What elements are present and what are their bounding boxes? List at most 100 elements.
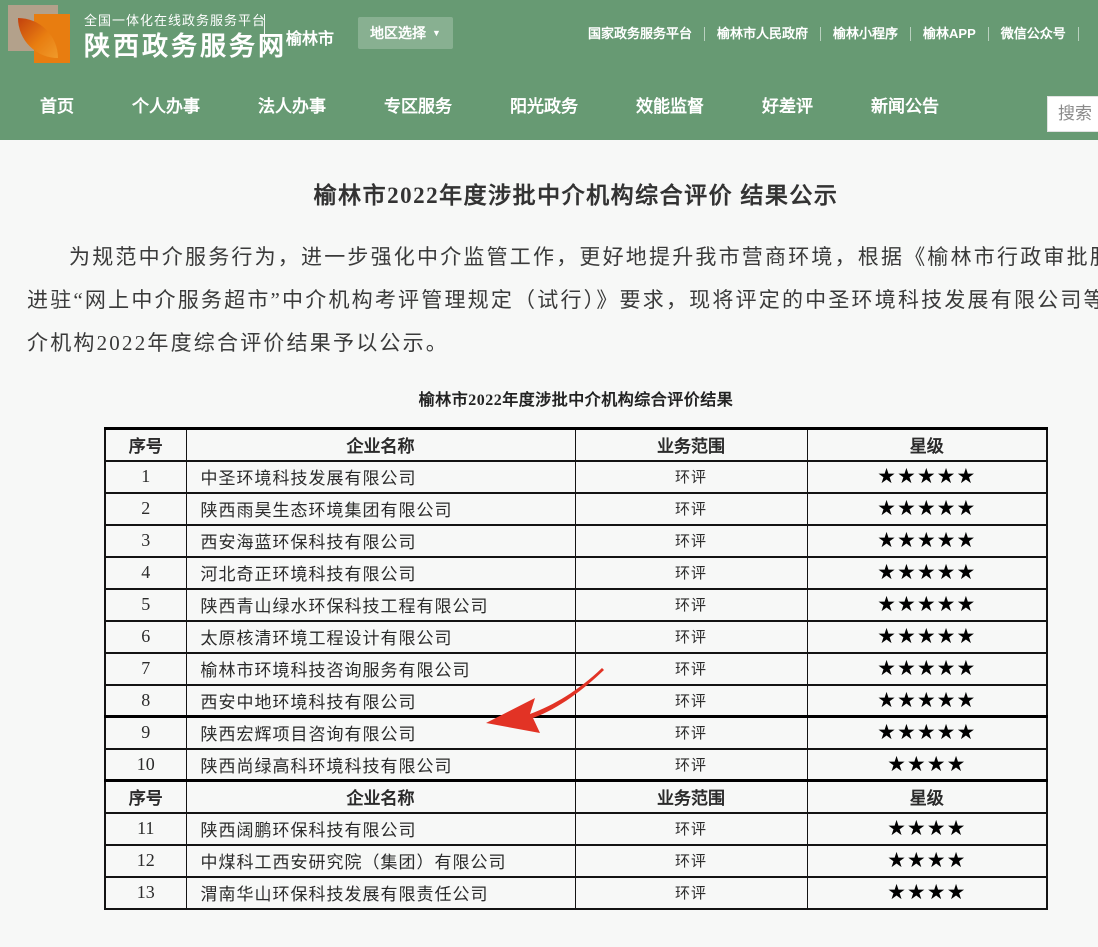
logo-icon [8,5,72,65]
page: 全国一体化在线政务服务平台 陕西政务服务网 榆林市 地区选择 ▼ 国家政务服务平… [0,0,1098,947]
col-header-name: 企业名称 [186,429,575,461]
company-name: 陕西阔鹏环保科技有限公司 [186,813,575,845]
chevron-down-icon: ▼ [432,28,441,38]
row-number: 10 [105,749,186,781]
paragraph-line: 为规范中介服务行为，进一步强化中介监管工作，更好地提升我市营商环境，根据《榆林市… [27,236,1098,279]
table-row: 6 太原核清环境工程设计有限公司 环评 ★★★★★ [105,621,1047,653]
row-number: 11 [105,813,186,845]
table-row: 8 西安中地环境科技有限公司 环评 ★★★★★ [105,685,1047,717]
col-header-no: 序号 [105,429,186,461]
table-row: 7 榆林市环境科技咨询服务有限公司 环评 ★★★★★ [105,653,1047,685]
business-scope: 环评 [575,813,807,845]
platform-tagline: 全国一体化在线政务服务平台 [84,10,287,29]
region-select-label: 地区选择 [370,23,426,43]
nav-item-rating[interactable]: 好差评 [762,92,813,117]
nav-item-home[interactable]: 首页 [40,92,74,117]
business-scope: 环评 [575,749,807,781]
business-scope: 环评 [575,621,807,653]
nav-items: 首页 个人办事 法人办事 专区服务 阳光政务 效能监督 好差评 新闻公告 [40,68,939,140]
company-name: 西安中地环境科技有限公司 [186,685,575,717]
table-caption: 榆林市2022年度涉批中介机构综合评价结果 [0,386,1098,410]
table-row: 5 陕西青山绿水环保科技工程有限公司 环评 ★★★★★ [105,589,1047,621]
row-number: 1 [105,461,186,493]
table-row: 3 西安海蓝环保科技有限公司 环评 ★★★★★ [105,525,1047,557]
table-row: 13 渭南华山环保科技发展有限责任公司 环评 ★★★★ [105,877,1047,909]
star-rating: ★★★★★ [807,461,1047,493]
company-name: 中煤科工西安研究院（集团）有限公司 [186,845,575,877]
table-row: 4 河北奇正环境科技有限公司 环评 ★★★★★ [105,557,1047,589]
row-number: 7 [105,653,186,685]
header-link-national-platform[interactable]: 国家政务服务平台 [576,27,705,41]
company-name: 陕西宏辉项目咨询有限公司 [186,717,575,749]
business-scope: 环评 [575,557,807,589]
nav-item-sunshine-gov[interactable]: 阳光政务 [510,92,578,117]
row-number: 13 [105,877,186,909]
nav-item-personal-services[interactable]: 个人办事 [132,92,200,117]
company-name: 陕西尚绿高科环境科技有限公司 [186,749,575,781]
nav-item-news[interactable]: 新闻公告 [871,92,939,117]
row-number: 12 [105,845,186,877]
business-scope: 环评 [575,685,807,717]
business-scope: 环评 [575,717,807,749]
announcement-document: 榆林市2022年度涉批中介机构综合评价 结果公示 为规范中介服务行为，进一步强化… [0,140,1098,910]
star-rating: ★★★★★ [807,653,1047,685]
business-scope: 环评 [575,461,807,493]
company-name: 西安海蓝环保科技有限公司 [186,525,575,557]
table-row: 2 陕西雨昊生态环境集团有限公司 环评 ★★★★★ [105,493,1047,525]
header-link-yulin-app[interactable]: 榆林APP [911,27,989,41]
site-name: 陕西政务服务网 [84,32,287,61]
business-scope: 环评 [575,653,807,685]
nav-item-efficiency-supervision[interactable]: 效能监督 [636,92,704,117]
business-scope: 环评 [575,589,807,621]
star-rating: ★★★★★ [807,557,1047,589]
content: 榆林市2022年度涉批中介机构综合评价 结果公示 为规范中介服务行为，进一步强化… [0,140,1098,947]
paragraph-line: 进驻“网上中介服务超市”中介机构考评管理规定（试行）》要求，现将评定的中圣环境科… [27,279,1098,322]
nav-item-zone-services[interactable]: 专区服务 [384,92,452,117]
site-logo[interactable]: 全国一体化在线政务服务平台 陕西政务服务网 [8,5,287,65]
col-header-stars: 星级 [807,429,1047,461]
row-number: 6 [105,621,186,653]
col-header-name: 企业名称 [186,781,575,813]
business-scope: 环评 [575,493,807,525]
col-header-scope: 业务范围 [575,429,807,461]
main-nav: 首页 个人办事 法人办事 专区服务 阳光政务 效能监督 好差评 新闻公告 [0,68,1098,140]
company-name: 河北奇正环境科技有限公司 [186,557,575,589]
business-scope: 环评 [575,525,807,557]
announcement-body: 为规范中介服务行为，进一步强化中介监管工作，更好地提升我市营商环境，根据《榆林市… [27,236,1098,365]
company-name: 太原核清环境工程设计有限公司 [186,621,575,653]
row-number: 2 [105,493,186,525]
star-rating: ★★★★★ [807,717,1047,749]
paragraph-line: 介机构2022年度综合评价结果予以公示。 [27,322,1098,365]
search-input[interactable] [1047,96,1098,132]
site-header: 全国一体化在线政务服务平台 陕西政务服务网 榆林市 地区选择 ▼ 国家政务服务平… [0,0,1098,68]
star-rating: ★★★★ [807,845,1047,877]
table-row: 10 陕西尚绿高科环境科技有限公司 环评 ★★★★ [105,749,1047,781]
header-links: 国家政务服务平台榆林市人民政府榆林小程序榆林APP微信公众号注册 [576,0,1098,68]
header-link-yulin-miniprogram[interactable]: 榆林小程序 [821,27,911,41]
star-rating: ★★★★★ [807,685,1047,717]
region-select-button[interactable]: 地区选择 ▼ [358,17,453,49]
nav-item-legal-services[interactable]: 法人办事 [258,92,326,117]
col-header-scope: 业务范围 [575,781,807,813]
row-number: 5 [105,589,186,621]
business-scope: 环评 [575,845,807,877]
table-header-row: 序号 企业名称 业务范围 星级 [105,429,1047,461]
table-row: 12 中煤科工西安研究院（集团）有限公司 环评 ★★★★ [105,845,1047,877]
company-name: 渭南华山环保科技发展有限责任公司 [186,877,575,909]
row-number: 4 [105,557,186,589]
page-title: 榆林市2022年度涉批中介机构综合评价 结果公示 [0,140,1098,210]
table-row: 1 中圣环境科技发展有限公司 环评 ★★★★★ [105,461,1047,493]
header-link-wechat-official[interactable]: 微信公众号 [989,27,1079,41]
table-row: 9 陕西宏辉项目咨询有限公司 环评 ★★★★★ [105,717,1047,749]
evaluation-table: 序号 企业名称 业务范围 星级 1 中圣环境科技发展有限公司 环评 ★★★★★ … [104,427,1048,910]
company-name: 中圣环境科技发展有限公司 [186,461,575,493]
star-rating: ★★★★ [807,749,1047,781]
header-divider [264,14,265,54]
company-name: 陕西雨昊生态环境集团有限公司 [186,493,575,525]
brand-text: 全国一体化在线政务服务平台 陕西政务服务网 [84,10,287,61]
row-number: 3 [105,525,186,557]
star-rating: ★★★★★ [807,525,1047,557]
header-link-yulin-gov[interactable]: 榆林市人民政府 [705,27,821,41]
table-row: 11 陕西阔鹏环保科技有限公司 环评 ★★★★ [105,813,1047,845]
star-rating: ★★★★ [807,813,1047,845]
